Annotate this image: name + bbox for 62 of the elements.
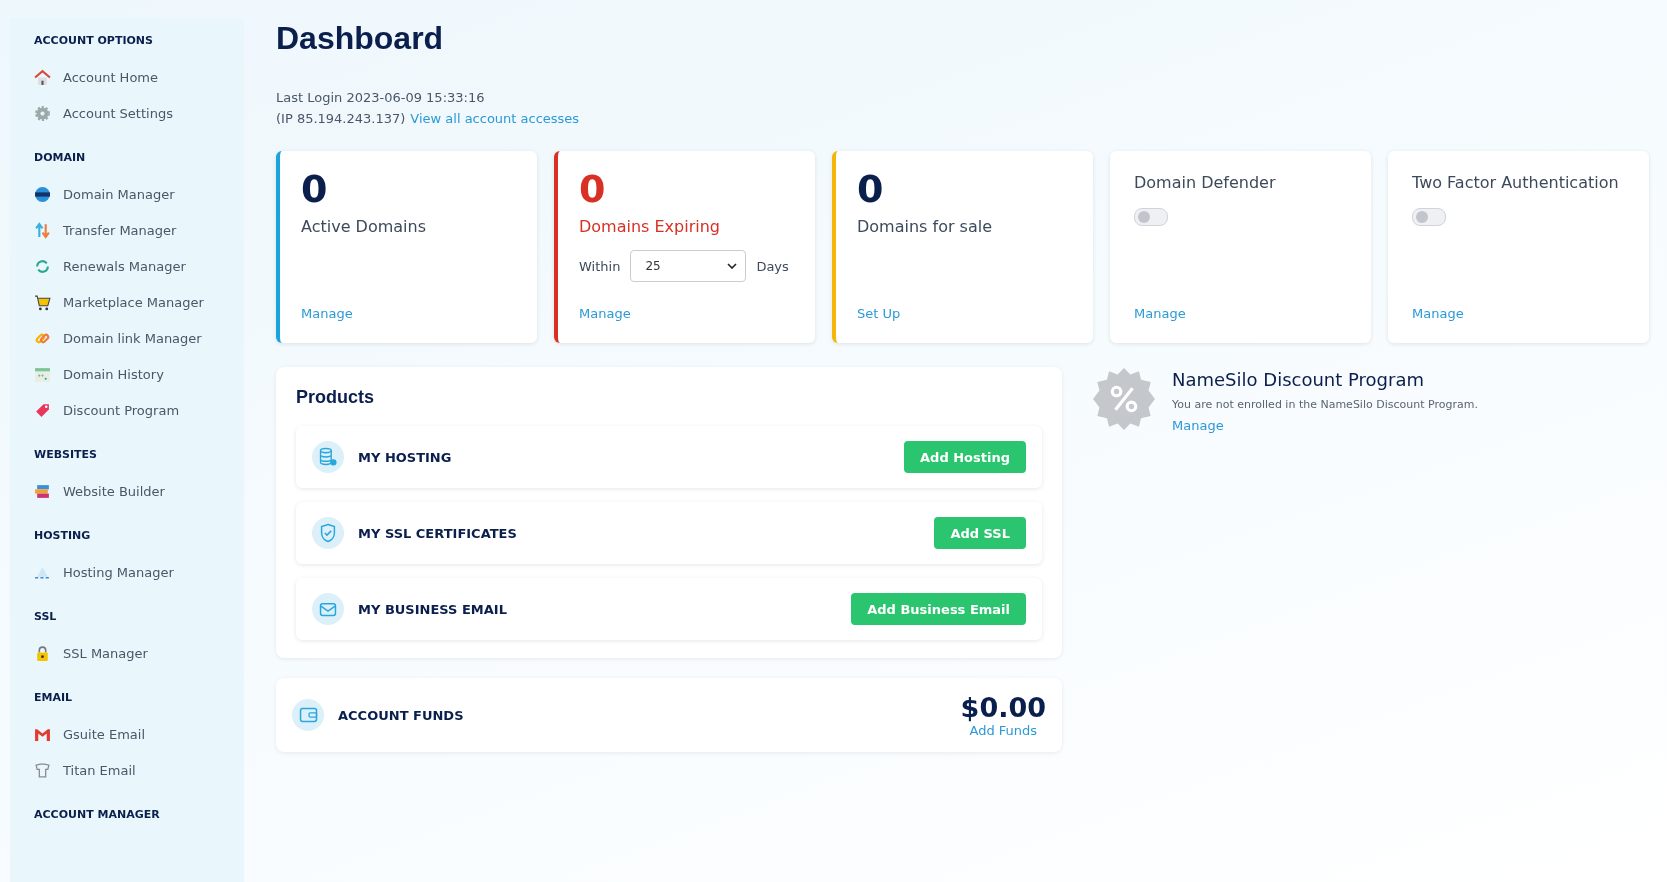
sidebar-item[interactable]: Domain link Manager: [24, 320, 202, 356]
sidebar-item[interactable]: Gsuite Email: [24, 716, 145, 752]
page-title: Dashboard: [276, 20, 444, 57]
discount-title: NameSilo Discount Program: [1172, 369, 1424, 390]
card-title: Two Factor Authentication: [1412, 173, 1619, 192]
refresh-icon: [34, 257, 51, 275]
sidebar-item[interactable]: Titan Email: [24, 752, 136, 788]
tag-icon: [34, 401, 51, 419]
stat-label: Active Domains: [301, 217, 426, 236]
lock-icon: [34, 644, 51, 662]
discount-text: You are not enrolled in the NameSilo Discount Program.: [1172, 398, 1478, 411]
arrows-icon: [34, 221, 51, 239]
toggle-switch[interactable]: [1412, 208, 1446, 226]
sidebar-item[interactable]: Domain History: [24, 356, 164, 392]
toggle-switch[interactable]: [1134, 208, 1168, 226]
last-login-text: Last Login 2023-06-09 15:33:16: [276, 89, 485, 107]
product-label: MY HOSTING: [358, 449, 453, 465]
product-label: MY BUSINESS EMAIL: [358, 601, 508, 617]
sidebar-item[interactable]: Renewals Manager: [24, 248, 186, 284]
sidebar-item[interactable]: Hosting Manager: [24, 554, 174, 590]
sidebar-item[interactable]: Account Settings: [24, 95, 173, 131]
gear-icon: [34, 104, 51, 122]
shield-icon: [312, 517, 344, 549]
section-heading: ACCOUNT MANAGER: [34, 808, 160, 821]
sidebar-item[interactable]: SSL Manager: [24, 635, 148, 671]
layers-icon: [34, 482, 51, 500]
section-heading: SSL: [34, 610, 57, 623]
sidebar-item[interactable]: Marketplace Manager: [24, 284, 204, 320]
stat-number: 0: [301, 169, 328, 209]
shirt-icon: [34, 761, 51, 779]
sidebar-item[interactable]: Transfer Manager: [24, 212, 177, 248]
sidebar-item[interactable]: Discount Program: [24, 392, 180, 428]
section-heading: WEBSITES: [34, 448, 97, 461]
days-dropdown[interactable]: 25: [630, 250, 747, 282]
stat-label: Domains Expiring: [579, 217, 720, 236]
cart-icon: [34, 293, 51, 311]
stat-number: 0: [579, 169, 606, 209]
section-heading: HOSTING: [34, 529, 91, 542]
section-heading: EMAIL: [34, 691, 73, 704]
sidebar-item[interactable]: Website Builder: [24, 473, 165, 509]
database-icon: [312, 441, 344, 473]
sidebar-item[interactable]: Account Home: [24, 59, 158, 95]
mail-icon: [312, 593, 344, 625]
section-heading: DOMAIN: [34, 151, 86, 164]
days-label: Days: [756, 258, 789, 274]
funds-label: ACCOUNT FUNDS: [338, 707, 464, 723]
product-label: MY SSL CERTIFICATES: [358, 525, 518, 541]
calendar-icon: [34, 365, 51, 383]
within-label: Within: [579, 258, 621, 274]
percent-badge-icon: [1092, 367, 1156, 431]
wallet-icon: [292, 699, 324, 731]
funds-amount: $0.00: [960, 692, 1046, 723]
stat-label: Domains for sale: [857, 217, 993, 236]
house-icon: [34, 68, 51, 86]
chevron-down-icon: [727, 263, 738, 269]
stat-number: 0: [857, 169, 884, 209]
ip-address-text: (IP 85.194.243.137): [276, 110, 406, 128]
globe-icon: [34, 185, 51, 203]
panel-title: Products: [296, 387, 374, 408]
sidebar-item[interactable]: Domain Manager: [24, 176, 175, 212]
card-title: Domain Defender: [1134, 173, 1276, 192]
section-heading: ACCOUNT OPTIONS: [34, 34, 153, 47]
